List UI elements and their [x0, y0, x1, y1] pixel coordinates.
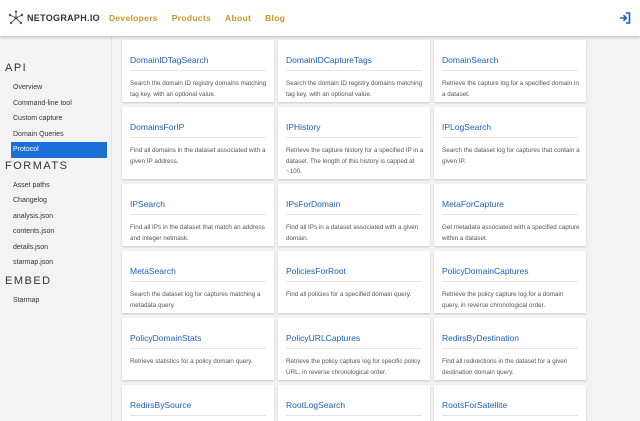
- endpoint-card[interactable]: IPsForDomain Find all IPs in a dataset a…: [278, 184, 430, 246]
- card-title[interactable]: MetaForCapture: [442, 199, 504, 209]
- card-description: Get metadata associated with a specified…: [442, 224, 580, 242]
- nav-products[interactable]: Products: [172, 13, 211, 23]
- sidebar-item-changelog[interactable]: Changelog: [0, 193, 111, 209]
- endpoint-card[interactable]: RootsForSatellite: [434, 385, 586, 421]
- card-title[interactable]: RootLogSearch: [286, 400, 345, 410]
- endpoint-card[interactable]: PolicyDomainStats Retrieve statistics fo…: [122, 318, 274, 380]
- endpoint-card[interactable]: IPLogSearch Search the dataset log for c…: [434, 107, 586, 179]
- card-description: Find all policies for a specified domain…: [286, 291, 412, 298]
- card-title[interactable]: IPHistory: [286, 122, 320, 132]
- card-description: Search the dataset log for captures that…: [442, 147, 580, 165]
- card-description: Search the domain ID registry domains ma…: [286, 80, 423, 98]
- nav-developers[interactable]: Developers: [109, 13, 158, 23]
- card-divider: [286, 415, 422, 416]
- card-divider: [286, 214, 422, 215]
- card-description: Retrieve the capture log for a specified…: [442, 80, 579, 98]
- login-icon[interactable]: [619, 12, 631, 24]
- logo[interactable]: NETOGRAPH.IO: [8, 10, 100, 26]
- sidebar-item-analysis-json[interactable]: analysis.json: [0, 209, 111, 225]
- card-divider: [286, 348, 422, 349]
- card-title[interactable]: IPsForDomain: [286, 199, 340, 209]
- sidebar-item-custom-capture[interactable]: Custom capture: [0, 111, 111, 127]
- endpoint-card[interactable]: DomainSearch Retrieve the capture log fo…: [434, 40, 586, 102]
- card-description: Find all IPs in the dataset that match a…: [130, 224, 265, 242]
- card-title[interactable]: DomainsForIP: [130, 122, 184, 132]
- card-divider: [442, 348, 578, 349]
- sidebar-item-starmap[interactable]: Starmap: [0, 293, 111, 309]
- card-title[interactable]: IPLogSearch: [442, 122, 491, 132]
- card-title[interactable]: PolicyDomainStats: [130, 333, 201, 343]
- endpoint-card[interactable]: DomainIDTagSearch Search the domain ID r…: [122, 40, 274, 102]
- card-divider: [130, 70, 266, 71]
- sidebar-item-details-json[interactable]: details.json: [0, 240, 111, 256]
- section-heading-embed: EMBED: [5, 274, 52, 287]
- card-divider: [442, 214, 578, 215]
- card-divider: [130, 137, 266, 138]
- sidebar-item-domain-queries[interactable]: Domain Queries: [0, 127, 111, 143]
- netograph-logo-icon: [8, 10, 24, 25]
- endpoint-card[interactable]: RedirsBySource: [122, 385, 274, 421]
- endpoint-card[interactable]: MetaForCapture Get metadata associated w…: [434, 184, 586, 246]
- top-navigation-bar: NETOGRAPH.IO Developers Products About B…: [0, 0, 640, 36]
- card-divider: [286, 70, 422, 71]
- logo-text: NETOGRAPH.IO: [27, 13, 100, 23]
- sidebar-item-overview[interactable]: Overview: [0, 80, 111, 96]
- section-heading-api: API: [5, 62, 28, 74]
- endpoint-card[interactable]: IPSearch Find all IPs in the dataset tha…: [122, 184, 274, 246]
- sidebar: API Overview Command-line tool Custom ca…: [0, 36, 112, 421]
- card-description: Search the domain ID registry domains ma…: [130, 80, 267, 98]
- main-nav: Developers Products About Blog: [109, 13, 299, 23]
- endpoint-card[interactable]: PolicyURLCaptures Retrieve the policy ca…: [278, 318, 430, 380]
- card-divider: [442, 415, 578, 416]
- card-title[interactable]: DomainSearch: [442, 55, 498, 65]
- nav-blog[interactable]: Blog: [265, 13, 285, 23]
- sidebar-item-asset-paths[interactable]: Asset paths: [0, 178, 111, 194]
- card-title[interactable]: IPSearch: [130, 199, 165, 209]
- card-title[interactable]: PolicyDomainCaptures: [442, 266, 528, 276]
- card-divider: [286, 137, 422, 138]
- card-divider: [130, 281, 266, 282]
- sidebar-item-contents-json[interactable]: contents.json: [0, 224, 111, 240]
- card-divider: [442, 137, 578, 138]
- card-divider: [130, 348, 266, 349]
- card-title[interactable]: DomainIDCaptureTags: [286, 55, 372, 65]
- card-description: Find all IPs in a dataset associated wit…: [286, 224, 419, 242]
- endpoint-card[interactable]: IPHistory Retrieve the capture history f…: [278, 107, 430, 179]
- card-divider: [130, 214, 266, 215]
- card-description: Retrieve the policy capture log for a do…: [442, 291, 564, 309]
- card-title[interactable]: PoliciesForRoot: [286, 266, 346, 276]
- sidebar-item-command-line-tool[interactable]: Command-line tool: [0, 96, 111, 112]
- endpoint-card[interactable]: RedirsByDestination Find all redirection…: [434, 318, 586, 380]
- card-divider: [442, 281, 578, 282]
- card-divider: [286, 281, 422, 282]
- endpoint-card[interactable]: PolicyDomainCaptures Retrieve the policy…: [434, 251, 586, 313]
- card-title[interactable]: MetaSearch: [130, 266, 176, 276]
- card-description: Retrieve the policy capture log for spec…: [286, 358, 421, 376]
- card-description: Search the dataset log for captures matc…: [130, 291, 261, 309]
- endpoint-card[interactable]: MetaSearch Search the dataset log for ca…: [122, 251, 274, 313]
- card-description: Find all domains in the dataset associat…: [130, 147, 266, 165]
- card-description: Find all redirections in the dataset for…: [442, 358, 568, 376]
- sidebar-item-protocol[interactable]: Protocol: [11, 142, 107, 158]
- card-title[interactable]: PolicyURLCaptures: [286, 333, 360, 343]
- card-title[interactable]: RedirsBySource: [130, 400, 191, 410]
- card-title[interactable]: DomainIDTagSearch: [130, 55, 208, 65]
- sidebar-item-starmap-json[interactable]: starmap.json: [0, 255, 111, 271]
- section-heading-formats: FORMATS: [5, 159, 69, 172]
- endpoint-card[interactable]: DomainsForIP Find all domains in the dat…: [122, 107, 274, 179]
- endpoint-card[interactable]: PoliciesForRoot Find all policies for a …: [278, 251, 430, 313]
- card-divider: [130, 415, 266, 416]
- endpoint-card[interactable]: RootLogSearch: [278, 385, 430, 421]
- endpoint-card[interactable]: DomainIDCaptureTags Search the domain ID…: [278, 40, 430, 102]
- card-divider: [442, 70, 578, 71]
- card-description: Retrieve the capture history for a speci…: [286, 147, 424, 176]
- card-title[interactable]: RootsForSatellite: [442, 400, 507, 410]
- nav-about[interactable]: About: [225, 13, 251, 23]
- card-title[interactable]: RedirsByDestination: [442, 333, 519, 343]
- card-description: Retrieve statistics for a policy domain …: [130, 358, 253, 365]
